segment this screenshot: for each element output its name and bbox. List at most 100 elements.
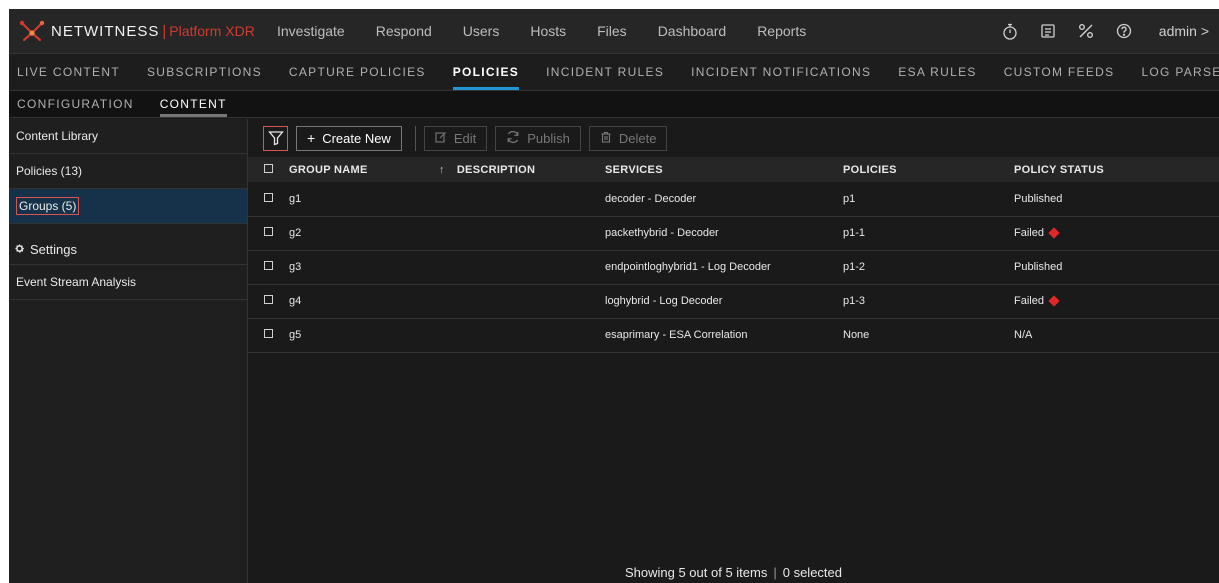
subnav-log-parser-rules[interactable]: LOG PARSER RULES	[1141, 54, 1219, 90]
column-header-policy-status[interactable]: POLICY STATUS	[1014, 157, 1219, 182]
column-header-group-name[interactable]: GROUP NAME	[289, 157, 435, 182]
nav-hosts[interactable]: Hosts	[530, 23, 566, 39]
cell-policies: p1-3	[843, 295, 866, 307]
nav-dashboard[interactable]: Dashboard	[658, 23, 727, 39]
content-area: Content Library Policies (13) Groups (5)…	[9, 119, 1219, 583]
item-count: Showing 5 out of 5 items	[624, 564, 768, 580]
table-row[interactable]: g2 packethybrid - Decoder p1-1 Failed	[248, 216, 1219, 250]
table-row[interactable]: g1 decoder - Decoder p1 Published	[248, 182, 1219, 216]
publish-button[interactable]: Publish	[495, 125, 581, 151]
cell-services: packethybrid - Decoder	[605, 227, 719, 239]
sidebar-item-label: Groups (5)	[16, 197, 80, 215]
cell-policy-status: Published	[1014, 182, 1219, 216]
select-all-checkbox[interactable]	[264, 163, 273, 173]
nav-users[interactable]: Users	[463, 23, 500, 39]
tools-icon[interactable]	[1077, 22, 1095, 40]
status-text: Published	[1014, 192, 1063, 205]
tab-content[interactable]: CONTENT	[159, 91, 227, 117]
row-checkbox[interactable]	[264, 329, 273, 338]
column-label: SERVICES	[605, 163, 663, 176]
row-checkbox[interactable]	[264, 227, 273, 236]
column-header-policies[interactable]: POLICIES	[843, 157, 1014, 182]
subnav-subscriptions[interactable]: SUBSCRIPTIONS	[147, 54, 262, 90]
column-header-description[interactable]: ↑ DESCRIPTION	[435, 157, 605, 182]
subnav-esa-rules[interactable]: ESA RULES	[898, 54, 976, 90]
create-new-button[interactable]: + Create New	[296, 125, 402, 151]
row-select-cell	[248, 250, 289, 284]
cell-policy-status: N/A	[1014, 318, 1219, 352]
admin-sub-nav: LIVE CONTENT SUBSCRIPTIONS CAPTURE POLIC…	[9, 54, 1219, 91]
help-icon[interactable]	[1115, 22, 1133, 40]
failed-diamond-icon[interactable]	[1048, 295, 1060, 307]
cell-group-name: g5	[289, 329, 302, 341]
top-bar: NETWITNESS | Platform XDR Investigate Re…	[9, 9, 1219, 54]
user-menu[interactable]: admin >	[1159, 23, 1209, 39]
table-footer: Showing 5 out of 5 items | 0 selected	[248, 561, 1219, 583]
sidebar-item-event-stream-analysis[interactable]: Event Stream Analysis	[9, 265, 247, 300]
sidebar-item-content-library[interactable]: Content Library	[9, 119, 247, 154]
cell-services: loghybrid - Log Decoder	[605, 295, 723, 307]
cell-group-name: g1	[289, 192, 302, 205]
cell-policy-status: Failed	[1014, 216, 1219, 250]
table-header-row: GROUP NAME ↑ DESCRIPTION SERVICES POLICIE…	[248, 157, 1219, 182]
table-row[interactable]: g3 endpointloghybrid1 - Log Decoder p1-2…	[248, 250, 1219, 284]
cell-group-name: g2	[289, 227, 302, 239]
sidebar-item-label: Content Library	[16, 129, 99, 143]
subnav-custom-feeds[interactable]: CUSTOM FEEDS	[1004, 54, 1115, 90]
delete-button[interactable]: Delete	[588, 125, 668, 151]
publish-label: Publish	[527, 130, 570, 146]
cell-description	[435, 284, 605, 318]
cell-policies: p1-1	[843, 227, 866, 239]
cell-policy-status: Published	[1014, 250, 1219, 284]
subnav-capture-policies[interactable]: CAPTURE POLICIES	[289, 54, 426, 90]
edit-button[interactable]: Edit	[423, 125, 488, 151]
status-text: Published	[1014, 261, 1063, 273]
status-text: Failed	[1014, 295, 1044, 307]
sidebar-item-label: Event Stream Analysis	[16, 275, 137, 289]
row-checkbox[interactable]	[264, 261, 273, 270]
top-right-controls: admin >	[981, 22, 1219, 40]
brand[interactable]: NETWITNESS | Platform XDR	[9, 20, 277, 42]
sidebar: Content Library Policies (13) Groups (5)…	[9, 119, 248, 583]
delete-label: Delete	[618, 130, 657, 146]
column-label: POLICY STATUS	[1014, 163, 1105, 176]
nav-reports[interactable]: Reports	[757, 23, 806, 39]
nav-files[interactable]: Files	[597, 23, 627, 39]
filter-icon	[267, 131, 284, 146]
main-nav: Investigate Respond Users Hosts Files Da…	[277, 23, 837, 39]
row-checkbox[interactable]	[264, 295, 273, 304]
row-select-cell	[248, 182, 289, 216]
select-all-cell	[248, 157, 289, 182]
table-row[interactable]: g4 loghybrid - Log Decoder p1-3 Failed	[248, 284, 1219, 318]
sidebar-item-policies[interactable]: Policies (13)	[9, 154, 247, 189]
netwitness-logo-icon	[19, 20, 45, 42]
subnav-live-content[interactable]: LIVE CONTENT	[17, 54, 120, 90]
failed-diamond-icon[interactable]	[1048, 227, 1060, 239]
cell-policies: p1-2	[843, 261, 866, 273]
nav-investigate[interactable]: Investigate	[277, 23, 345, 39]
subnav-policies[interactable]: POLICIES	[452, 54, 520, 90]
filter-button[interactable]	[263, 125, 288, 151]
notes-icon[interactable]	[1039, 22, 1057, 40]
row-checkbox[interactable]	[264, 192, 273, 202]
selected-count: 0 selected	[782, 564, 842, 580]
tab-configuration[interactable]: CONFIGURATION	[17, 91, 134, 117]
nav-respond[interactable]: Respond	[376, 23, 432, 39]
column-header-services[interactable]: SERVICES	[605, 157, 843, 182]
subnav-incident-rules[interactable]: INCIDENT RULES	[546, 54, 664, 90]
subnav-incident-notifications[interactable]: INCIDENT NOTIFICATIONS	[691, 54, 871, 90]
sync-icon	[506, 130, 520, 147]
sidebar-item-label: Policies (13)	[16, 164, 83, 178]
sidebar-item-groups[interactable]: Groups (5)	[9, 189, 247, 224]
column-label: DESCRIPTION	[456, 163, 536, 176]
row-select-cell	[248, 318, 289, 352]
stopwatch-icon[interactable]	[1001, 22, 1019, 40]
sidebar-section-settings[interactable]: Settings	[9, 235, 247, 265]
brand-separator: |	[162, 22, 167, 40]
sort-arrow-icon[interactable]: ↑	[439, 164, 445, 176]
table-row[interactable]: g5 esaprimary - ESA Correlation None N/A	[248, 318, 1219, 352]
policy-tabs: CONFIGURATION CONTENT	[9, 91, 1219, 118]
brand-name: NETWITNESS	[51, 22, 160, 40]
cell-services: decoder - Decoder	[605, 192, 697, 205]
